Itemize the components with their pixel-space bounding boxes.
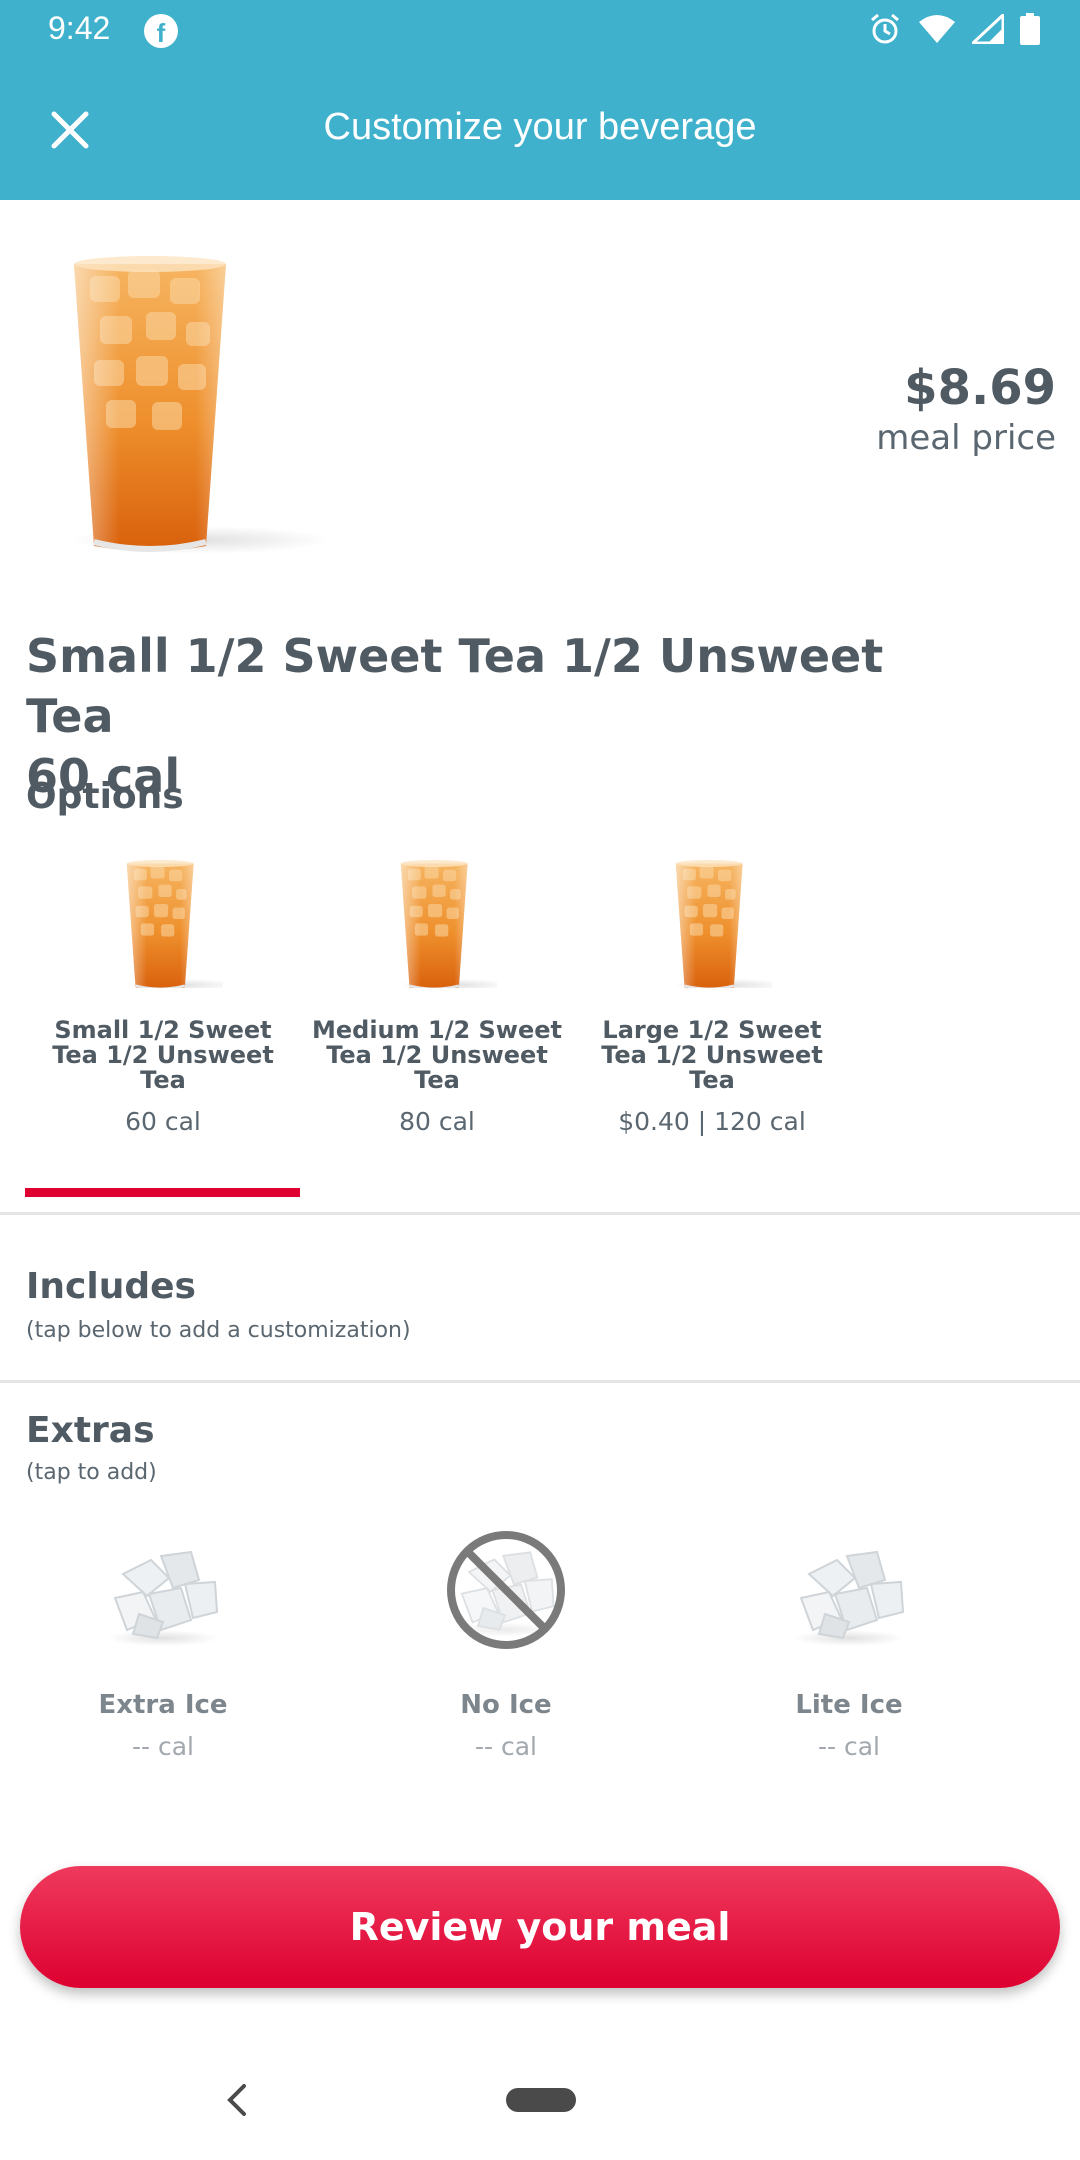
divider: [0, 1212, 1080, 1215]
review-meal-button[interactable]: Review your meal: [20, 1866, 1060, 1988]
divider: [0, 1380, 1080, 1383]
option-name: Small 1/2 Sweet Tea 1/2 Unsweet Tea: [52, 1016, 274, 1094]
extras-title: Extras: [26, 1410, 155, 1451]
wifi-icon: [919, 15, 955, 43]
option-meta: 80 cal: [399, 1107, 475, 1136]
extra-calories: -- cal: [132, 1732, 194, 1761]
alarm-icon: [871, 13, 899, 44]
option-meta: $0.40 | 120 cal: [618, 1107, 806, 1136]
extra-calories: -- cal: [818, 1732, 880, 1761]
extra-calories: -- cal: [475, 1732, 537, 1761]
extras-hint: (tap to add): [26, 1460, 157, 1485]
home-pill[interactable]: [506, 2088, 576, 2112]
option-name: Large 1/2 Sweet Tea 1/2 Unsweet Tea: [601, 1016, 823, 1094]
ice-icon: [792, 1551, 906, 1647]
no-ice[interactable]: No Ice -- cal: [396, 1530, 616, 1761]
option-cup-image: [672, 858, 772, 988]
selected-option-indicator: [25, 1188, 300, 1197]
page-title: Customize your beverage: [323, 106, 757, 148]
no-ice-icon: [447, 1531, 565, 1649]
option-large[interactable]: Large 1/2 Sweet Tea 1/2 Unsweet Tea $0.4…: [577, 858, 847, 1136]
ice-icon: [106, 1551, 220, 1647]
option-cup-image: [123, 858, 223, 988]
option-medium[interactable]: Medium 1/2 Sweet Tea 1/2 Unsweet Tea 80 …: [302, 858, 572, 1136]
extra-name: No Ice: [460, 1690, 552, 1720]
options-title: Options: [26, 776, 184, 817]
option-meta: 60 cal: [125, 1107, 201, 1136]
option-cup-image: [397, 858, 497, 988]
app-bar: 9:42 f Customize your beverage: [0, 0, 1080, 200]
product-image: [60, 252, 340, 592]
price-block: $8.69 meal price: [876, 360, 1056, 458]
extra-ice[interactable]: Extra Ice -- cal: [53, 1530, 273, 1761]
status-icons: [868, 12, 1040, 46]
includes-hint: (tap below to add a customization): [26, 1318, 411, 1343]
product-name: Small 1/2 Sweet Tea 1/2 Unsweet Tea: [26, 629, 884, 743]
meal-price: $8.69: [904, 360, 1056, 416]
battery-icon: [1020, 13, 1040, 45]
status-time: 9:42: [48, 10, 111, 46]
extra-name: Lite Ice: [795, 1690, 903, 1720]
facebook-icon: f: [144, 14, 178, 48]
back-icon[interactable]: [224, 2082, 250, 2118]
includes-title: Includes: [26, 1266, 196, 1307]
signal-icon: [972, 14, 1004, 44]
option-small[interactable]: Small 1/2 Sweet Tea 1/2 Unsweet Tea 60 c…: [28, 858, 298, 1136]
option-name: Medium 1/2 Sweet Tea 1/2 Unsweet Tea: [311, 1016, 563, 1094]
meal-price-label: meal price: [876, 418, 1056, 458]
lite-ice[interactable]: Lite Ice -- cal: [739, 1530, 959, 1761]
extra-name: Extra Ice: [98, 1690, 228, 1720]
